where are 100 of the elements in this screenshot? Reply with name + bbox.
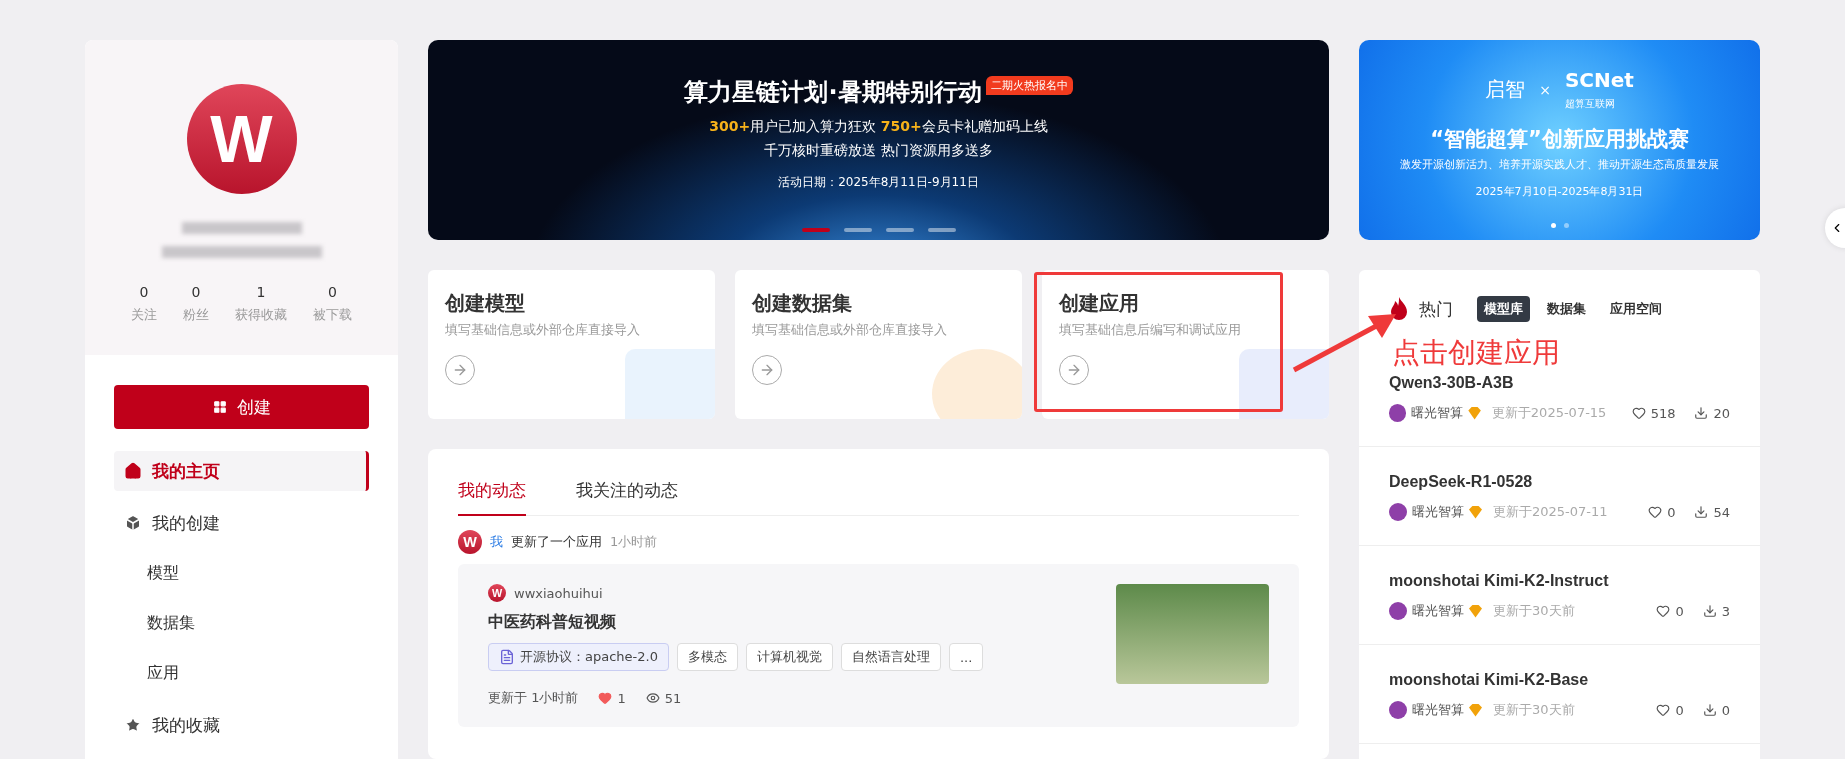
download-count: 0 [1721,702,1730,718]
model-name: Qwen3-30B-A3B [1389,374,1515,392]
actor-link[interactable]: 我 [490,533,503,551]
vip-icon [1469,604,1482,618]
event-banner[interactable]: 算力星链计划·暑期特别行动 二期火热报名中 300+用户已加入算力狂欢 750+会员卡礼赠加码上线 千万核时重磅放送 热门资源用多送多 活动日期：2025年8月11日-9月11日 [428,40,1329,240]
org-avatar [1389,602,1407,620]
org-name: 曙光智算 [1411,404,1464,422]
tag[interactable]: 自然语言处理 [840,643,941,671]
stat-value: 0 [191,284,201,300]
hot-item[interactable]: moonshotai Kimi-K2-Base 曙光智算 更新于30天前 0 0 [1359,645,1760,744]
vip-icon [1468,406,1481,420]
submenu-item[interactable]: 应用 [114,653,369,693]
create-button[interactable]: 创建 [114,385,369,429]
submenu-item[interactable]: 模型 [114,553,369,593]
user-avatar: W [488,584,506,602]
document-icon [499,649,515,665]
stat-label: 获得收藏 [235,306,287,324]
stat-label: 粉丝 [183,306,209,324]
vip-icon [1469,505,1482,519]
org-name: 曙光智算 [1412,503,1464,521]
model-name: moonshotai Kimi-K2-Base [1389,671,1590,689]
banner-text: 激发开源创新活力、培养开源实践人才、推动开源生态高质量发展 [1400,157,1719,172]
like-count: 518 [1650,405,1676,421]
stat-label: 被下载 [313,306,352,324]
menu-item[interactable]: 我的收藏 [114,705,369,745]
tag[interactable]: ... [948,643,984,671]
logo-subtext: 超算互联网 [1564,98,1615,109]
banner-title: 算力星链计划·暑期特别行动 [684,77,982,108]
updated-time: 更新于30天前 [1493,701,1576,719]
hot-tab[interactable]: 模型库 [1477,296,1530,322]
hot-tab[interactable]: 应用空间 [1603,296,1669,322]
banner-badge: 二期火热报名中 [985,76,1073,95]
cube-icon [124,514,142,532]
arrow-button[interactable] [1059,355,1089,385]
like-count: 0 [1675,603,1684,619]
section-title: 热门 [1419,297,1453,321]
hot-item[interactable]: DeepSeek-R1-0528 曙光智算 更新于2025-07-11 0 54 [1359,447,1760,546]
app-card[interactable]: W wwxiaohuihui 中医药科普短视频 开源协议：apache-2.0 多模态 计算机视觉 自然语言处理 ... 更新于 1小时前 1 51 [458,564,1299,727]
arrow-button[interactable] [752,355,782,385]
heart-icon [1656,604,1671,618]
feed-tab[interactable]: 我关注的动态 [576,469,678,516]
updated-time: 更新于2025-07-15 [1491,404,1608,422]
menu-label: 我的主页 [152,459,220,483]
carousel-dot[interactable] [1563,223,1569,228]
card-title: 创建模型 [445,290,526,317]
download-icon [1702,703,1717,717]
cross-sign: × [1539,81,1551,98]
updated-time: 更新于30天前 [1493,602,1576,620]
logo-text: SCNet [1564,68,1634,92]
user-avatar: W [186,84,297,194]
stat-label: 关注 [131,306,157,324]
banner-text: 300+用户已加入算力狂欢 750+会员卡礼赠加码上线 [709,118,1048,136]
card-title: 创建数据集 [752,290,853,317]
create-card[interactable]: 创建应用 填写基础信息后编写和调试应用 [1042,270,1329,419]
menu-item[interactable]: 我的主页 [114,451,369,491]
stat-value: 1 [256,284,266,300]
stat-value: 0 [328,284,337,300]
logo-text: 启智 [1485,76,1526,103]
banner-title: “智能超算”创新应用挑战赛 [1430,126,1689,153]
org-avatar [1389,503,1407,521]
download-count: 3 [1721,603,1730,619]
heart-icon [1631,406,1646,420]
like-count: 1 [617,690,626,706]
card-description: 填写基础信息或外部仓库直接导入 [445,321,641,339]
hot-item[interactable]: moonshotai Kimi-K2-Instruct 曙光智算 更新于30天前 0 3 [1359,546,1760,645]
org-avatar [1389,404,1407,422]
download-icon [1694,406,1709,420]
arrow-button[interactable] [445,355,475,385]
like-count: 0 [1667,504,1676,520]
tag[interactable]: 多模态 [676,643,738,671]
hot-tab[interactable]: 数据集 [1540,296,1593,322]
grid-icon [212,400,227,414]
app-title: 中医药科普短视频 [488,612,617,633]
submenu-item[interactable]: 数据集 [114,603,369,643]
arrow-right-icon [452,362,468,378]
banner-date: 活动日期：2025年8月11日-9月11日 [778,174,979,191]
model-name: moonshotai Kimi-K2-Instruct [1389,572,1610,590]
hot-item[interactable]: Qwen3-30B-A3B 曙光智算 更新于2025-07-15 518 20 [1359,370,1760,447]
create-card[interactable]: 创建模型 填写基础信息或外部仓库直接导入 [428,270,715,419]
annotation-text: 点击创建应用 [1392,336,1560,370]
user-avatar: W [458,530,482,554]
tag[interactable]: 计算机视觉 [745,643,833,671]
menu-label: 我的收藏 [152,713,220,737]
heart-icon [1648,505,1663,519]
stat-value: 0 [139,284,149,300]
updated-time: 更新于 1小时前 [488,689,579,707]
download-count: 54 [1713,504,1730,520]
download-icon [1702,604,1717,618]
org-name: 曙光智算 [1412,701,1464,719]
menu-item[interactable]: 我的创建 [114,503,369,543]
carousel-dot[interactable] [1550,223,1556,228]
card-title: 创建应用 [1059,290,1140,317]
heart-icon [1656,703,1671,717]
create-card[interactable]: 创建数据集 填写基础信息或外部仓库直接导入 [735,270,1022,419]
username: wwxiaohuihui [514,585,603,601]
activity-text: 更新了一个应用 [511,533,602,551]
tag[interactable]: 开源协议：apache-2.0 [488,643,669,671]
feed-tab[interactable]: 我的动态 [458,469,526,516]
view-count: 51 [664,690,682,706]
download-icon [1694,505,1709,519]
